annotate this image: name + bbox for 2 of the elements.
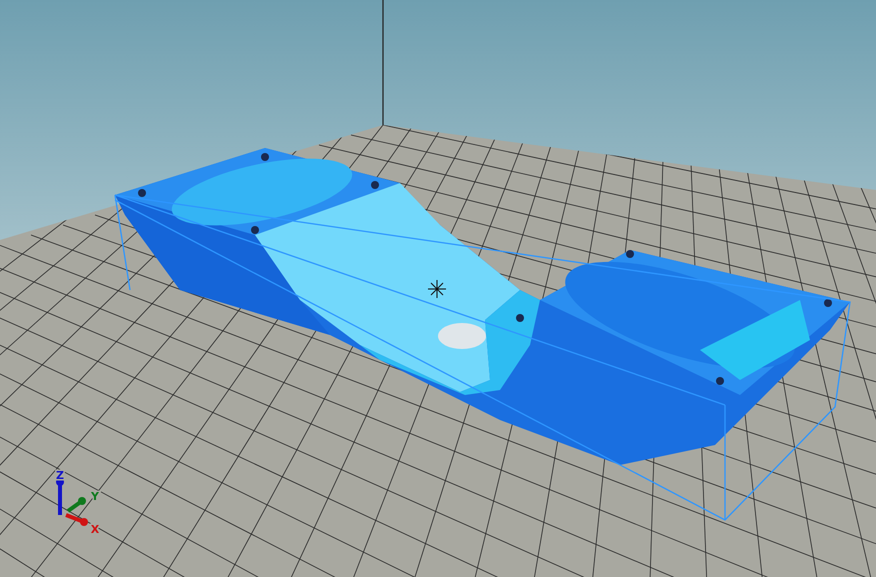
axis-label: X [90,523,100,536]
crosshair-icon [428,280,446,298]
